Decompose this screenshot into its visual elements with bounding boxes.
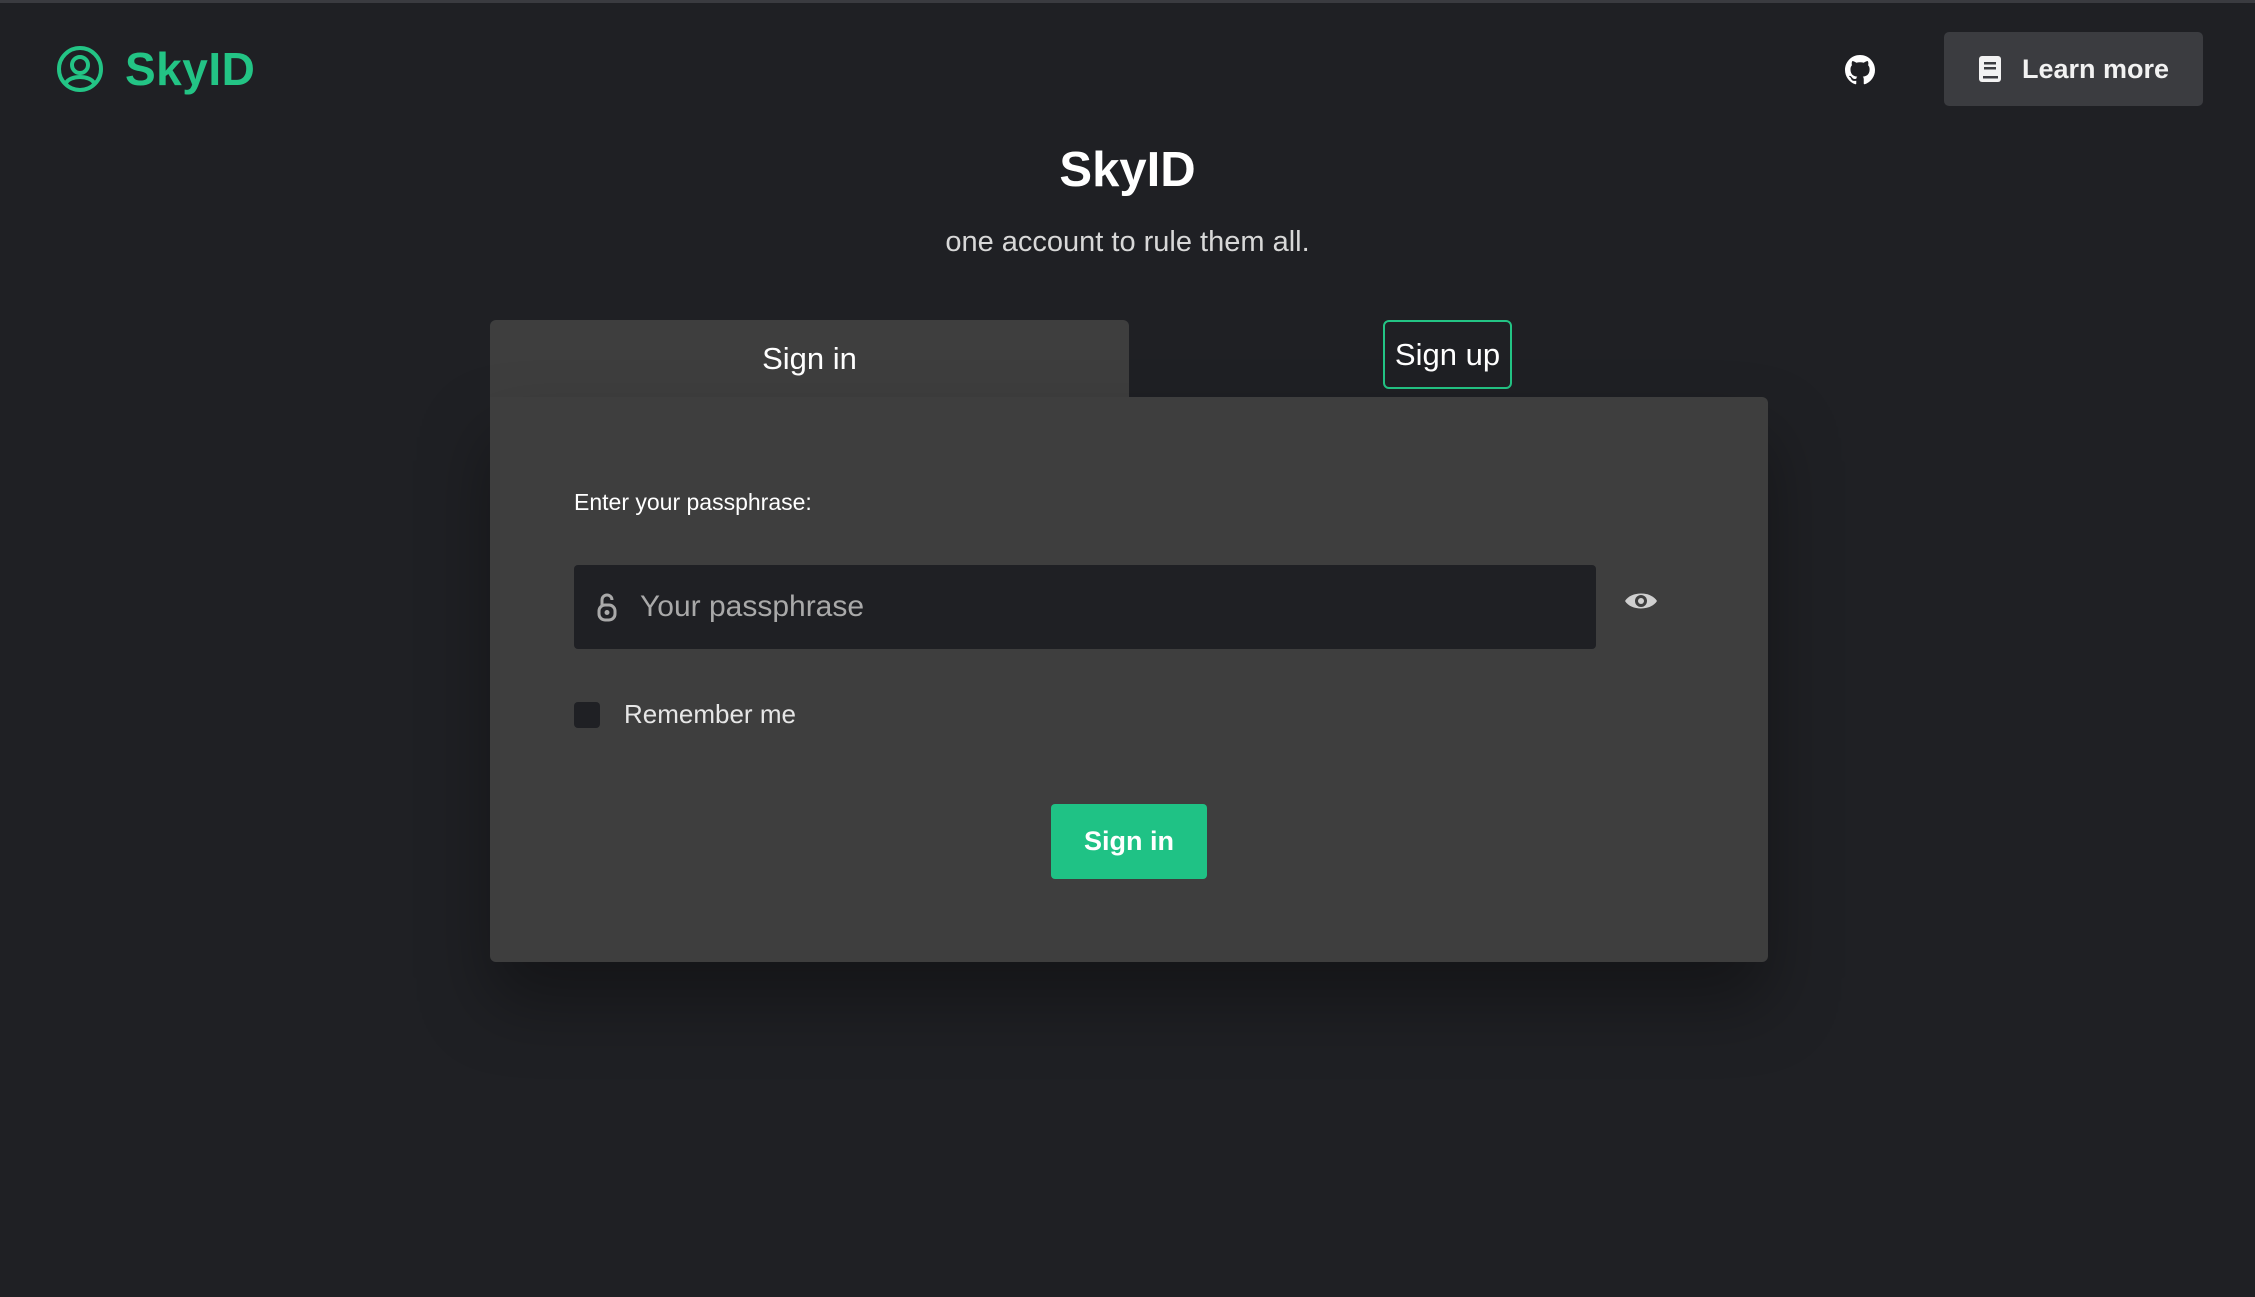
github-link[interactable] <box>1843 53 1877 87</box>
sign-in-card: Enter your passphrase: Remember me Sign … <box>490 397 1768 962</box>
remember-me-option[interactable]: Remember me <box>574 699 796 730</box>
learn-more-button[interactable]: Learn more <box>1944 32 2203 106</box>
eye-icon[interactable] <box>1623 589 1659 613</box>
tab-sign-up-label: Sign up <box>1394 336 1501 372</box>
unlock-icon <box>596 592 618 622</box>
passphrase-label: Enter your passphrase: <box>574 489 812 515</box>
page-title: SkyID <box>1059 143 1196 197</box>
top-border <box>0 0 2255 3</box>
passphrase-field[interactable] <box>574 564 1596 650</box>
github-icon <box>1845 55 1875 85</box>
passphrase-input[interactable] <box>638 564 1596 650</box>
user-circle-icon <box>55 44 105 94</box>
brand-logo-link[interactable]: SkyID <box>55 44 255 94</box>
sign-in-button[interactable]: Sign in <box>1051 804 1207 879</box>
tab-sign-in-label: Sign in <box>762 341 857 376</box>
remember-me-label: Remember me <box>624 699 796 729</box>
brand-name: SkyID <box>125 43 256 95</box>
tab-sign-in[interactable]: Sign in <box>490 320 1129 398</box>
page-subtitle: one account to rule them all. <box>945 226 1310 258</box>
book-icon <box>1978 56 2002 82</box>
tab-sign-up[interactable]: Sign up <box>1383 320 1512 389</box>
remember-me-checkbox[interactable] <box>574 701 600 728</box>
learn-more-label: Learn more <box>2021 53 2170 84</box>
